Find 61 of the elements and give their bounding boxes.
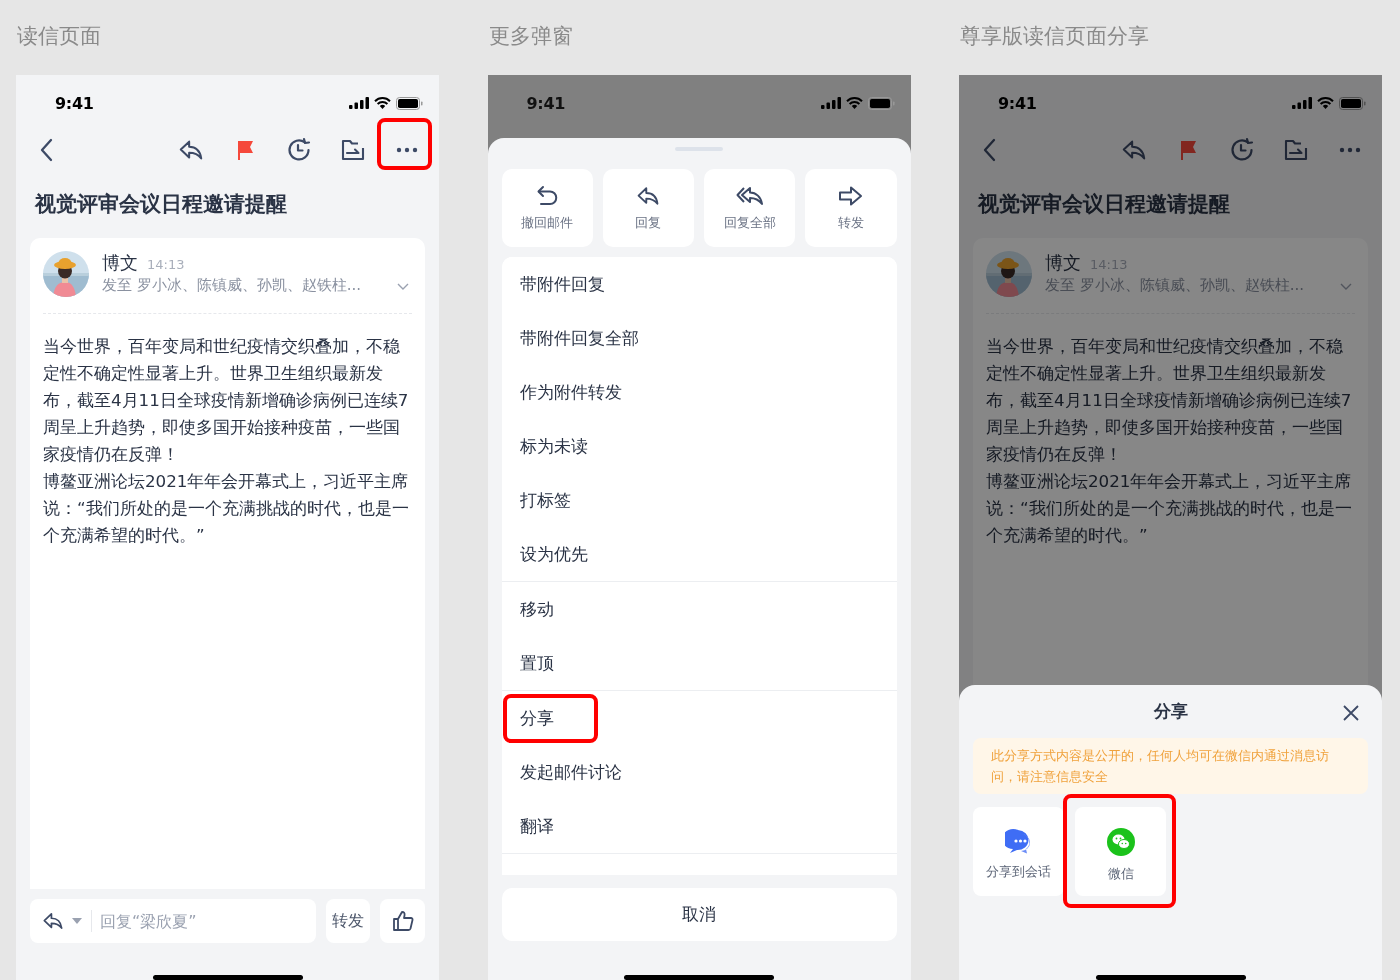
security-notice: 此分享方式内容是公开的，任何人均可在微信内通过消息访问，请注意信息安全 bbox=[973, 738, 1368, 794]
screen-caption: 读信页面 bbox=[17, 24, 101, 48]
clock-icon bbox=[286, 137, 312, 163]
folder-arrow-icon bbox=[1283, 137, 1309, 163]
wifi-icon bbox=[1317, 97, 1334, 109]
reply-box[interactable]: 回复“梁欣夏” bbox=[30, 899, 316, 943]
signal-icon bbox=[349, 97, 369, 109]
screen-caption: 更多弹窗 bbox=[488, 24, 573, 48]
more-icon bbox=[1339, 147, 1361, 153]
like-button[interactable] bbox=[380, 899, 425, 943]
sent-time: 14:13 bbox=[147, 257, 185, 272]
action-tile[interactable]: 撤回邮件 bbox=[501, 169, 593, 247]
body-paragraph: 博鳌亚洲论坛2021年年会开幕式上，习近平主席说：“我们所处的是一个充满挑战的时代，也是一个充满希望的时代。” bbox=[43, 470, 410, 547]
screen-caption: 尊享版读信页面分享 bbox=[960, 24, 1149, 48]
sheet-title: 分享 bbox=[1153, 700, 1188, 723]
sender-name: 博文 bbox=[1045, 251, 1081, 275]
body-paragraph: 博鳌亚洲论坛2021年年会开幕式上，习近平主席说：“我们所处的是一个充满挑战的时代，也是一个充满希望的时代。” bbox=[986, 470, 1353, 547]
close-button[interactable] bbox=[1342, 704, 1360, 722]
chevron-down-icon bbox=[1340, 283, 1352, 290]
folder-arrow-icon bbox=[340, 137, 366, 163]
body-paragraph: 当今世界，百年变局和世纪疫情交织叠加，不稳定性不确定性显著上升。世界卫生组织最新发布，截至4月11日全球疫情新增确诊病例已连续7周呈上升趋势，即使多国开始接种疫苗，一些国家疫情仍在反弹！ bbox=[43, 335, 410, 466]
clock-icon bbox=[1229, 137, 1255, 163]
wechat-icon bbox=[1106, 828, 1135, 856]
forward-button[interactable]: 转发 bbox=[326, 899, 370, 943]
caret-icon bbox=[72, 918, 82, 924]
share-option[interactable]: 微信 bbox=[1075, 807, 1166, 896]
reply-field[interactable]: 回复“梁欣夏” bbox=[92, 910, 316, 932]
signal-icon bbox=[820, 97, 841, 109]
body-paragraph: 当今世界，百年变局和世纪疫情交织叠加，不稳定性不确定性显著上升。世界卫生组织最新发布，截至4月11日全球疫情新增确诊病例已连续7周呈上升趋势，即使多国开始接种疫苗，一些国家疫情仍在反弹！ bbox=[986, 335, 1353, 466]
reply-all-icon bbox=[735, 184, 764, 208]
battery-icon bbox=[1339, 96, 1366, 110]
signal-icon bbox=[1292, 97, 1312, 109]
status-time: 9:41 bbox=[998, 93, 1037, 113]
mail-subject: 视觉评审会议日程邀请提醒 bbox=[978, 191, 1231, 218]
action-tile[interactable]: 回复 bbox=[602, 169, 694, 247]
wifi-icon bbox=[374, 97, 391, 109]
reply-icon bbox=[42, 910, 64, 932]
thumbs-up-icon bbox=[390, 909, 415, 933]
reply-mode-button[interactable] bbox=[42, 910, 92, 932]
sender-name: 博文 bbox=[102, 251, 138, 275]
share-option[interactable]: 分享到会话 bbox=[973, 807, 1064, 896]
status-time: 9:41 bbox=[526, 93, 566, 113]
action-tile[interactable]: 转发 bbox=[805, 169, 897, 247]
back-icon bbox=[39, 138, 53, 162]
status-time: 9:41 bbox=[55, 93, 94, 113]
close-icon bbox=[1343, 705, 1359, 721]
action-tile[interactable]: 回复全部 bbox=[704, 169, 796, 247]
back-icon bbox=[982, 138, 996, 162]
more-icon bbox=[396, 147, 418, 153]
wifi-icon bbox=[845, 97, 863, 109]
forward-icon bbox=[837, 184, 864, 208]
battery-icon bbox=[867, 96, 895, 110]
chevron-down-icon bbox=[397, 283, 409, 290]
reply-icon bbox=[636, 184, 661, 208]
battery-icon bbox=[396, 96, 423, 110]
mail-subject: 视觉评审会议日程邀请提醒 bbox=[35, 191, 288, 218]
chat-bubble-icon bbox=[1004, 828, 1033, 854]
recipient-list: 发至 罗小冰、陈镇威、孙凯、赵铁柱... bbox=[102, 276, 362, 295]
cancel-button[interactable]: 取消 bbox=[501, 888, 897, 941]
recipient-list: 发至 罗小冰、陈镇威、孙凯、赵铁柱... bbox=[1045, 276, 1305, 295]
undo-icon bbox=[535, 184, 560, 208]
